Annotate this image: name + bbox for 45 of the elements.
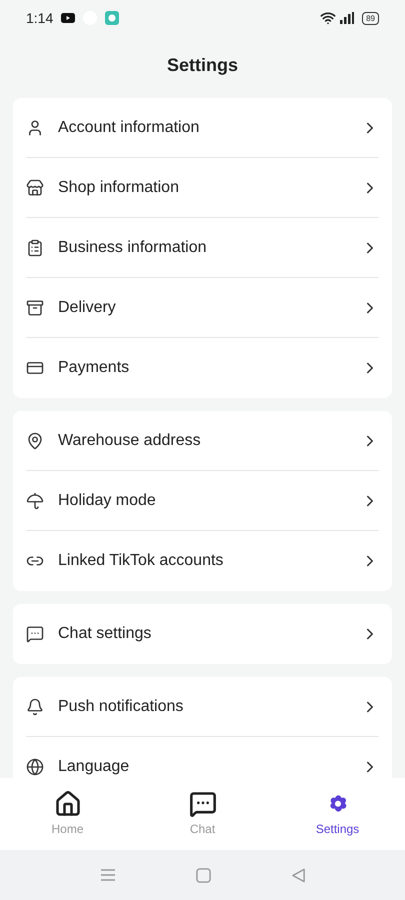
settings-row[interactable]: Business information [26, 218, 379, 278]
settings-row[interactable]: Chat settings [26, 604, 379, 664]
nav-tab[interactable]: Settings [270, 778, 405, 850]
row-label: Linked TikTok accounts [58, 551, 224, 571]
row-label: Business information [58, 238, 208, 258]
row-label: Language [58, 757, 130, 777]
settings-row[interactable]: Warehouse address [26, 411, 379, 471]
settings-row[interactable]: Holiday mode [26, 471, 379, 531]
menu-icon[interactable] [100, 868, 116, 882]
signal-icon [340, 12, 354, 24]
wifi-icon [320, 10, 336, 26]
chat-bubble-icon [26, 625, 44, 643]
chat-bubble-icon [188, 790, 216, 818]
home-square-icon[interactable] [196, 868, 210, 882]
person-icon [26, 118, 44, 136]
settings-row[interactable]: Push notifications [26, 677, 379, 737]
settings-row[interactable]: Payments [26, 338, 379, 398]
row-label: Shop information [58, 178, 180, 198]
store-icon [26, 178, 44, 196]
settings-row[interactable]: Language [26, 737, 379, 778]
umbrella-icon [26, 492, 44, 510]
row-label: Push notifications [58, 696, 184, 716]
settings-row[interactable]: Delivery [26, 278, 379, 338]
location-pin-icon [26, 432, 44, 450]
bell-icon [26, 698, 44, 716]
row-label: Payments [58, 358, 130, 378]
chat-app-icon [105, 11, 120, 25]
card-icon [26, 359, 44, 377]
box-icon [26, 298, 44, 316]
settings-row[interactable]: Shop information [26, 158, 379, 218]
row-label: Chat settings [58, 624, 152, 644]
row-label: Holiday mode [58, 490, 157, 510]
clipboard-icon [26, 238, 44, 256]
settings-row[interactable]: Linked TikTok accounts [26, 531, 379, 591]
row-label: Warehouse address [58, 430, 202, 450]
home-icon [54, 790, 82, 818]
row-label: Delivery [58, 298, 117, 318]
row-label: Account information [58, 118, 200, 138]
globe-icon [26, 758, 44, 776]
battery-indicator: 89 [362, 12, 379, 24]
settings-row[interactable]: Account information [26, 98, 379, 158]
back-triangle-icon[interactable] [290, 868, 306, 882]
status-time: 1:14 [26, 8, 54, 28]
page-title: Settings [166, 54, 238, 77]
video-app-icon [61, 13, 76, 23]
